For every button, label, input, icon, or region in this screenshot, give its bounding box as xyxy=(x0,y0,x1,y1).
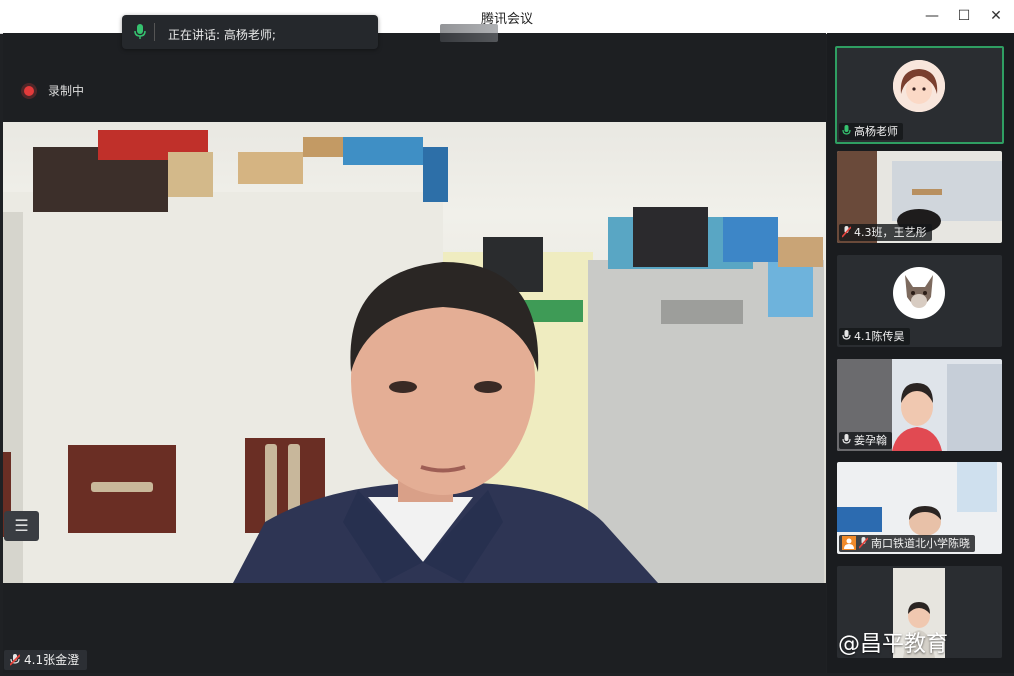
participant-label: 4.1陈传昊 xyxy=(839,328,910,345)
member-list-button[interactable]: ☰ xyxy=(4,511,39,541)
speaking-banner: 正在讲话: 高杨老师; xyxy=(122,15,498,49)
main-video[interactable] xyxy=(3,122,826,583)
participant-tile[interactable]: 4.1陈传昊 xyxy=(837,255,1002,347)
microphone-icon xyxy=(842,125,851,142)
recording-indicator: 录制中 xyxy=(24,82,84,99)
participant-name: 姜孕翰 xyxy=(854,434,887,447)
participant-name: 4.3班，王艺彤 xyxy=(854,226,927,239)
participant-name: 高杨老师 xyxy=(854,125,898,138)
mic-muted-icon xyxy=(9,652,21,672)
participant-label: 4.3班，王艺彤 xyxy=(839,224,932,241)
banner-decoration xyxy=(440,24,498,42)
participant-name: 4.1陈传昊 xyxy=(854,330,905,343)
minimize-button[interactable]: — xyxy=(921,6,943,26)
participant-tile[interactable]: 姜孕翰 xyxy=(837,359,1002,451)
recording-label: 录制中 xyxy=(48,84,85,98)
avatar xyxy=(893,267,945,319)
microphone-icon xyxy=(842,330,851,347)
microphone-icon xyxy=(134,24,146,43)
participant-name: 南口铁道北小学陈晓 xyxy=(871,537,970,550)
close-button[interactable]: ✕ xyxy=(985,6,1007,26)
maximize-button[interactable]: ☐ xyxy=(953,6,975,26)
microphone-icon xyxy=(842,434,851,451)
speaking-label: 正在讲话: 高杨老师; xyxy=(168,28,276,42)
main-video-scene xyxy=(3,130,824,583)
participant-tile[interactable]: 4.3班，王艺彤 xyxy=(837,151,1002,243)
participant-label: 南口铁道北小学陈晓 xyxy=(839,535,975,552)
participant-label: 高杨老师 xyxy=(839,123,903,140)
participant-tile[interactable]: 南口铁道北小学陈晓 xyxy=(837,462,1002,554)
main-participant-name: 4.1张金澄 xyxy=(24,653,80,667)
mic-muted-icon xyxy=(841,226,852,243)
participant-label: 姜孕翰 xyxy=(839,432,892,449)
mic-muted-icon xyxy=(858,537,869,554)
participant-tile[interactable]: 高杨老师 xyxy=(835,46,1004,144)
record-dot-icon xyxy=(24,86,34,96)
main-participant-tag: 4.1张金澄 xyxy=(4,650,88,672)
avatar xyxy=(893,60,945,112)
user-icon xyxy=(842,536,856,554)
watermark: @昌平教育 xyxy=(838,632,949,657)
